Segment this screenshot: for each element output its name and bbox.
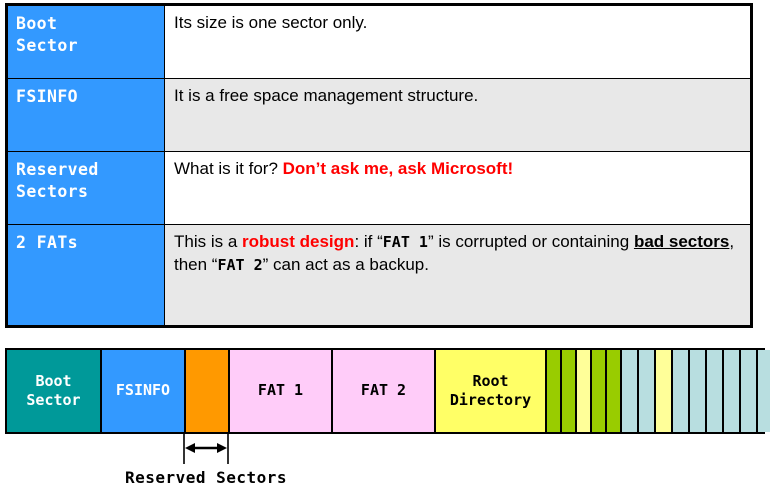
- diagram-block-19: [758, 350, 770, 432]
- diagram-block-label: Boot Sector: [26, 371, 81, 409]
- desc-span-0: This is a: [174, 232, 243, 251]
- diagram-block-label: FSINFO: [115, 381, 171, 400]
- diagram-block-6: [547, 350, 562, 432]
- fat32-structure-table: Boot Sector Its size is one sector only.…: [5, 3, 753, 328]
- diagram-block-9: [592, 350, 607, 432]
- desc-span-0: It is a free space management structure.: [174, 86, 479, 105]
- desc-span-8: ” can act as a backup.: [262, 254, 429, 274]
- table-row: 2 FATs This is a robust design: if “FAT …: [6, 224, 752, 327]
- row-label-2-fats: 2 FATs: [6, 224, 165, 327]
- table-row: Boot Sector Its size is one sector only.: [6, 4, 752, 79]
- row-label-boot-sector: Boot Sector: [6, 4, 165, 79]
- arrow-head-left-icon: [185, 443, 195, 453]
- row-desc-reserved-sectors: What is it for? Don’t ask me, ask Micros…: [164, 151, 752, 225]
- desc-span-4: ” is corrupted or containing: [427, 232, 634, 251]
- row-desc-fsinfo: It is a free space management structure.: [164, 78, 752, 152]
- desc-span-7: FAT 2: [217, 255, 263, 274]
- table-body: Boot Sector Its size is one sector only.…: [6, 4, 752, 327]
- diagram-block-18: [741, 350, 758, 432]
- diagram-block-16: [707, 350, 724, 432]
- desc-span-3: FAT 1: [382, 233, 428, 251]
- row-desc-2-fats: This is a robust design: if “FAT 1” is c…: [164, 224, 752, 327]
- diagram-block-2: [186, 350, 230, 432]
- diagram-block-10: [607, 350, 622, 432]
- row-label-fsinfo: FSINFO: [6, 78, 165, 152]
- desc-span-1: Don’t ask me, ask Microsoft!: [282, 159, 514, 178]
- reserved-sectors-label: Reserved Sectors: [124, 468, 288, 487]
- diagram-block-14: [673, 350, 690, 432]
- diagram-block-label: Root Directory: [449, 371, 532, 409]
- diagram-block-12: [639, 350, 656, 432]
- desc-span-5: bad sectors: [633, 232, 730, 251]
- diagram-block-boot-sector: Boot Sector: [7, 350, 102, 432]
- diagram-block-fsinfo: FSINFO: [102, 350, 186, 432]
- diagram-block-root-directory: Root Directory: [436, 350, 547, 432]
- desc-span-2: : if “: [354, 232, 383, 251]
- table-row: Reserved Sectors What is it for? Don’t a…: [6, 151, 752, 225]
- disk-layout-diagram: Boot Sector FSINFO FAT 1 FAT 2 Root Director…: [5, 348, 770, 434]
- row-label-reserved-sectors: Reserved Sectors: [6, 151, 165, 225]
- diagram-block-8: [577, 350, 592, 432]
- desc-span-0: Its size is one sector only.: [174, 13, 368, 32]
- diagram-block-fat-2: FAT 2: [333, 350, 436, 432]
- desc-span-0: What is it for?: [174, 159, 283, 178]
- diagram-block-fat-1: FAT 1: [230, 350, 333, 432]
- arrow-head-right-icon: [217, 443, 227, 453]
- row-desc-boot-sector: Its size is one sector only.: [164, 4, 752, 79]
- diagram-block-13: [656, 350, 673, 432]
- table-row: FSINFO It is a free space management str…: [6, 78, 752, 152]
- diagram-block-17: [724, 350, 741, 432]
- diagram-block-7: [562, 350, 577, 432]
- diagram-block-label: FAT 1: [257, 381, 304, 400]
- desc-span-1: robust design: [242, 232, 355, 251]
- diagram-block-label: FAT 2: [360, 381, 407, 400]
- diagram-block-15: [690, 350, 707, 432]
- diagram-block-11: [622, 350, 639, 432]
